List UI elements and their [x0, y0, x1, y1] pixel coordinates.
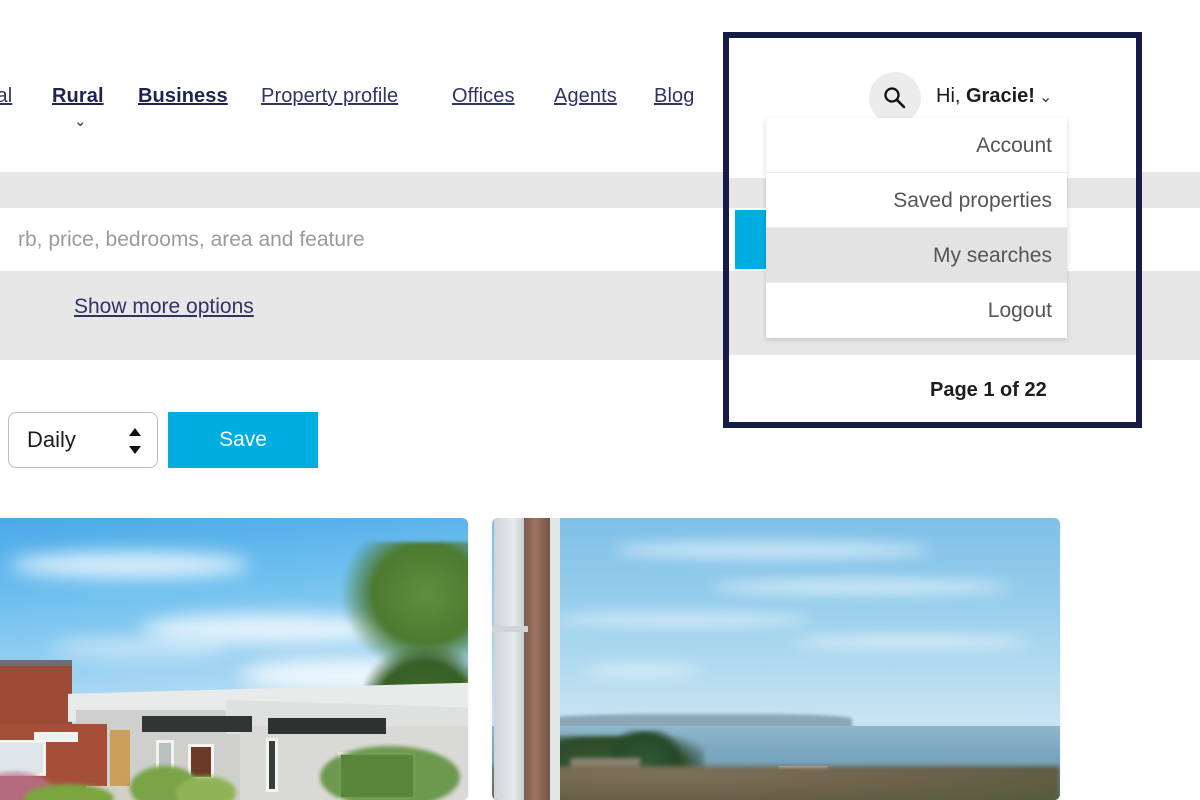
- search-icon-button[interactable]: [869, 72, 921, 124]
- clerestory-windows: [142, 716, 252, 732]
- deck-post: [550, 518, 560, 800]
- nav-item-agents[interactable]: Agents: [554, 86, 617, 106]
- nav-item-blog[interactable]: Blog: [654, 86, 694, 106]
- account-dropdown-menu[interactable]: Account Saved properties My searches Logout: [766, 118, 1067, 338]
- nav-item-property-profile[interactable]: Property profile: [261, 86, 398, 106]
- cloud: [792, 636, 1032, 648]
- window: [266, 738, 278, 792]
- account-menu-item-saved-properties[interactable]: Saved properties: [766, 173, 1067, 228]
- front-door: [110, 730, 130, 792]
- spinner-arrows-icon[interactable]: [129, 428, 141, 454]
- cloud: [552, 614, 812, 626]
- window: [0, 740, 46, 776]
- app-root: Show more options Daily Save ial Rural ⌄ Bu…: [0, 0, 1200, 800]
- search-input[interactable]: [0, 208, 733, 271]
- property-card[interactable]: [492, 518, 1060, 800]
- cloud: [50, 638, 230, 658]
- account-menu-item-logout[interactable]: Logout: [766, 283, 1067, 338]
- show-more-options-link[interactable]: Show more options: [74, 295, 254, 319]
- account-menu-item-account[interactable]: Account: [766, 118, 1067, 173]
- nav-item-offices[interactable]: Offices: [452, 86, 515, 106]
- clerestory-windows: [268, 718, 386, 734]
- alert-frequency-value: Daily: [27, 427, 76, 452]
- account-menu-trigger[interactable]: Hi, Gracie! ⌄: [936, 86, 1052, 106]
- deck-post: [524, 518, 552, 800]
- window: [34, 732, 78, 742]
- search-icon: [884, 87, 906, 109]
- pagination-status: Page 1 of 22: [930, 379, 1047, 401]
- property-card[interactable]: [0, 518, 468, 800]
- cloud: [582, 666, 702, 676]
- shrub: [320, 746, 460, 800]
- nav-item-rural[interactable]: Rural: [52, 86, 104, 106]
- alert-frequency-select[interactable]: Daily: [8, 412, 158, 468]
- deck-rail: [492, 626, 528, 632]
- nav-item-ial[interactable]: ial: [0, 86, 12, 106]
- property-photo-seaview: [492, 518, 1060, 800]
- nav-chevron-down-icon[interactable]: ⌄: [74, 114, 87, 129]
- greeting-prefix: Hi,: [936, 85, 966, 107]
- cloud: [712, 580, 1012, 594]
- save-search-button[interactable]: Save: [168, 412, 318, 468]
- cloud: [10, 552, 250, 578]
- user-name: Gracie!: [966, 85, 1035, 107]
- cloud: [612, 542, 932, 558]
- chevron-down-icon: ⌄: [1038, 89, 1053, 106]
- property-photo-house: [0, 518, 468, 800]
- account-menu-item-my-searches[interactable]: My searches: [766, 228, 1067, 283]
- foreground-foliage: [492, 766, 1060, 800]
- nav-item-business[interactable]: Business: [138, 86, 228, 106]
